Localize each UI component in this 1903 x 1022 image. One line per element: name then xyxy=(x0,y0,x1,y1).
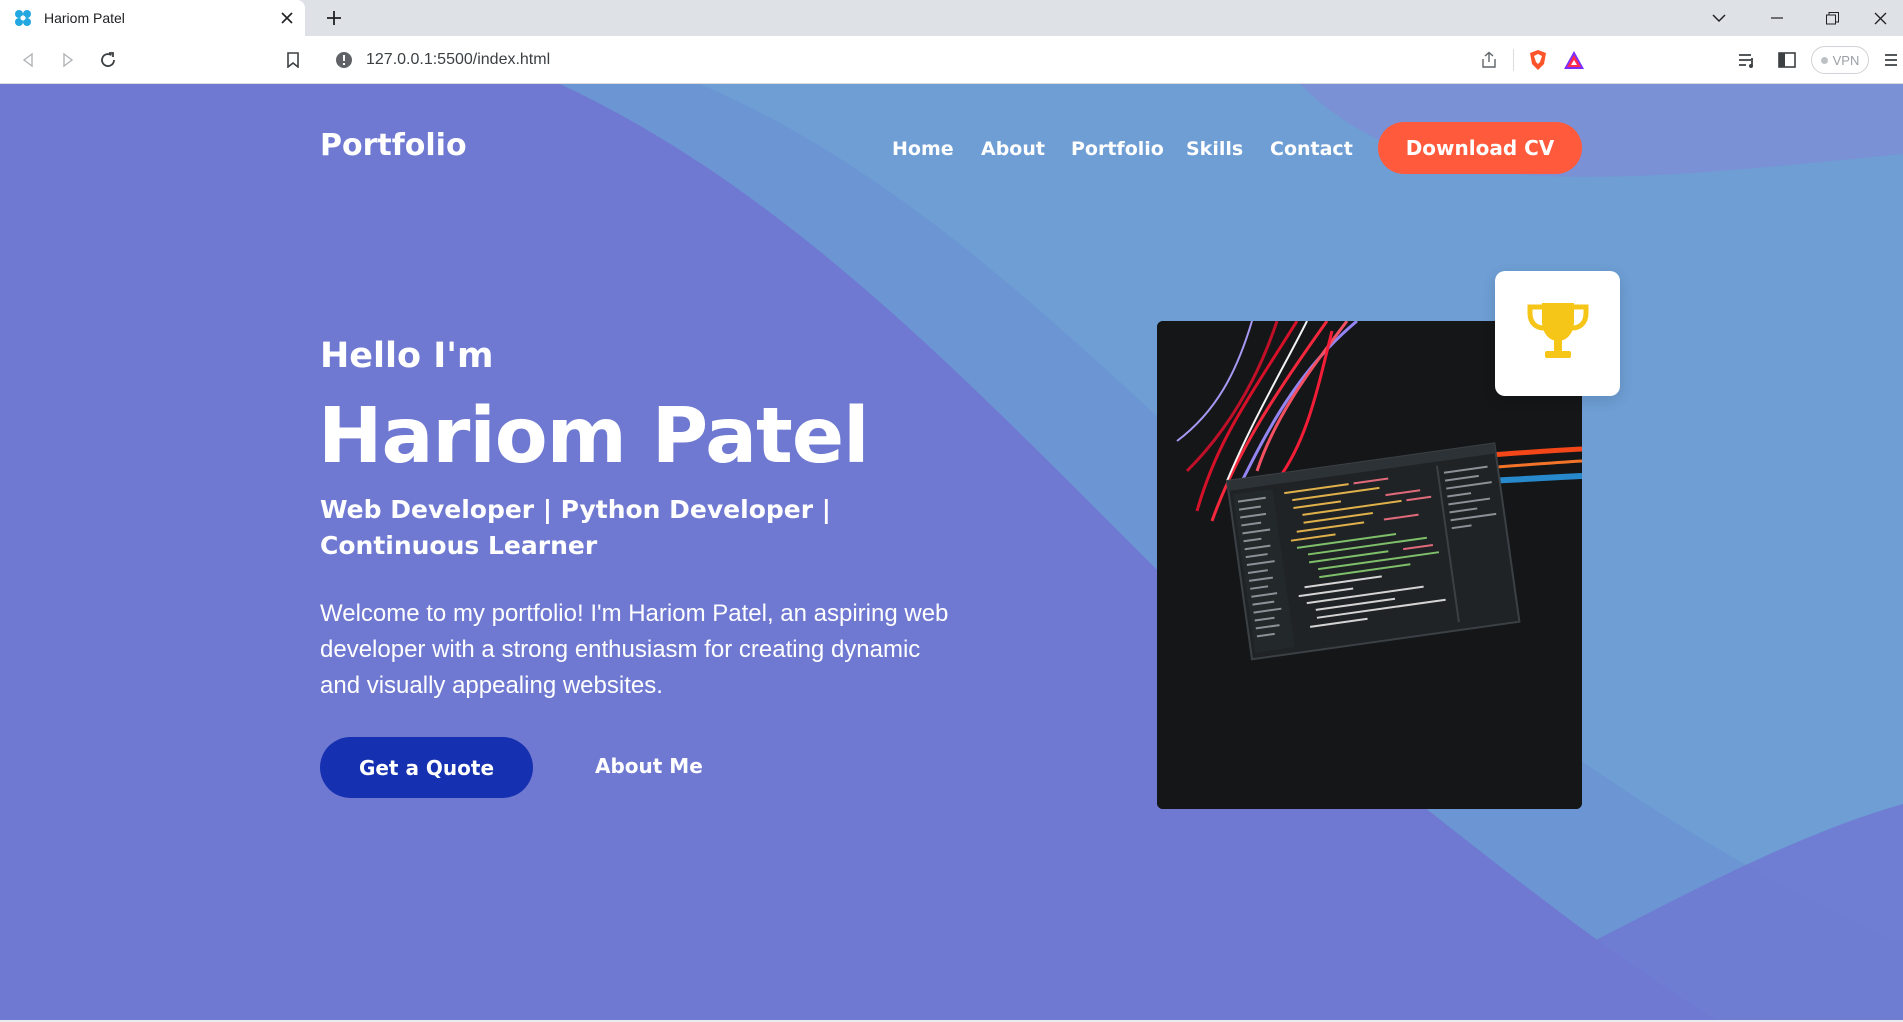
plus-icon[interactable] xyxy=(320,4,348,32)
browser-toolbar: 127.0.0.1:5500/index.html VPN xyxy=(0,36,1903,84)
sidebar-icon[interactable] xyxy=(1775,48,1799,72)
nav-contact[interactable]: Contact xyxy=(1270,138,1353,160)
divider xyxy=(1513,49,1514,71)
vpn-button[interactable]: VPN xyxy=(1811,46,1869,74)
brave-shield-icon[interactable] xyxy=(1526,48,1550,72)
brave-rewards-icon[interactable] xyxy=(1562,48,1586,72)
hero-name: Hariom Patel xyxy=(318,392,869,481)
about-me-link[interactable]: About Me xyxy=(595,754,703,778)
menu-icon[interactable] xyxy=(1879,48,1903,72)
info-icon[interactable] xyxy=(334,50,354,70)
hero-intro: Welcome to my portfolio! I'm Hariom Pate… xyxy=(320,600,949,699)
favicon-icon xyxy=(14,9,32,27)
get-a-quote-button[interactable]: Get a Quote xyxy=(320,737,533,798)
brand-logo[interactable]: Portfolio xyxy=(320,128,467,163)
nav-portfolio[interactable]: Portfolio xyxy=(1071,138,1164,160)
nav-about[interactable]: About xyxy=(981,138,1045,160)
reload-icon[interactable] xyxy=(96,48,120,72)
window-close-icon[interactable] xyxy=(1857,0,1903,36)
forward-icon[interactable] xyxy=(56,48,80,72)
minimize-icon[interactable] xyxy=(1754,0,1800,36)
share-icon[interactable] xyxy=(1477,48,1501,72)
vpn-label: VPN xyxy=(1832,52,1860,68)
tab-search-chevron-icon[interactable] xyxy=(1696,0,1742,36)
restore-icon[interactable] xyxy=(1809,0,1855,36)
tab-title: Hariom Patel xyxy=(44,10,125,26)
bookmark-icon[interactable] xyxy=(281,48,305,72)
hero-greeting: Hello I'm xyxy=(320,336,494,376)
close-icon[interactable] xyxy=(277,8,297,28)
vpn-status-dot xyxy=(1820,56,1828,64)
trophy-badge xyxy=(1495,271,1620,396)
trophy-icon xyxy=(1524,297,1592,370)
playlist-icon[interactable] xyxy=(1735,48,1759,72)
nav-home[interactable]: Home xyxy=(892,138,954,160)
hero-roles: Web Developer | Python Developer | Conti… xyxy=(320,495,831,560)
browser-tab[interactable]: Hariom Patel xyxy=(0,0,305,36)
nav-skills[interactable]: Skills xyxy=(1186,138,1243,160)
tab-strip: Hariom Patel xyxy=(0,0,1903,36)
download-cv-button[interactable]: Download CV xyxy=(1378,122,1582,174)
back-icon[interactable] xyxy=(16,48,40,72)
address-bar[interactable]: 127.0.0.1:5500/index.html xyxy=(322,42,1598,78)
portfolio-page: Portfolio Home About Portfolio Skills Co… xyxy=(0,84,1903,1022)
url-text[interactable]: 127.0.0.1:5500/index.html xyxy=(366,51,1477,69)
